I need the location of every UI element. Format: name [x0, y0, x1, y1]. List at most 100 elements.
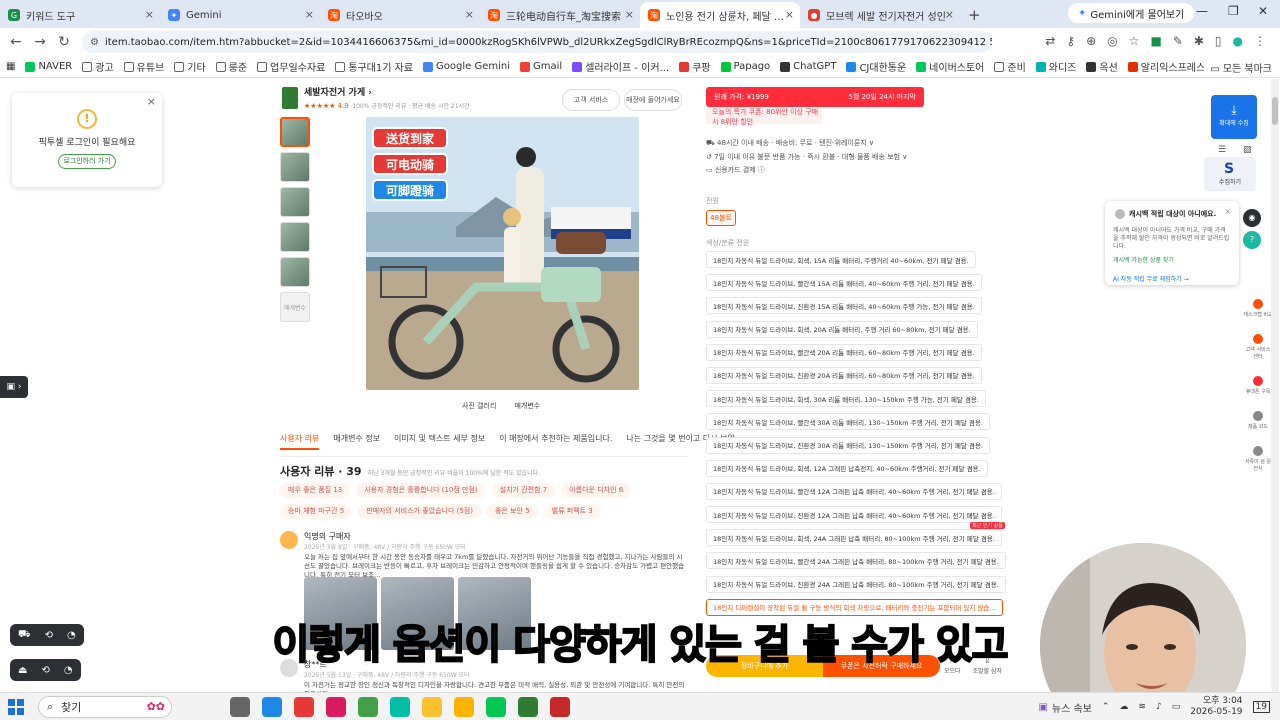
clock[interactable]: 오후 3:04 2026-05-19 [1190, 696, 1242, 718]
back-icon[interactable]: ← [4, 34, 28, 50]
tab-product[interactable]: 淘 노인용 전기 삼륜차, 페달 보조 × [640, 2, 800, 28]
cashback-link[interactable]: 캐시백 가능한 상품 찾기 [1113, 255, 1231, 264]
bookmark-item[interactable]: Google Gemini [423, 61, 510, 72]
review-tag-chip[interactable]: 판매자의 서비스가 좋았습니다 (5점) [358, 504, 481, 519]
translate-icon[interactable]: ⇄ [1045, 34, 1055, 48]
key-icon[interactable]: ⚷ [1066, 34, 1075, 48]
bookmark-item[interactable]: 와디즈 [1035, 59, 1076, 74]
battery-option-selected[interactable]: 48볼트 [706, 210, 736, 226]
sku-option[interactable]: 18인치 차동식 듀얼 드라이브, 빨간색 15A 리튬 배터리, 40~60k… [706, 274, 982, 292]
sku-option[interactable]: 18인치 차동식 듀얼 드라이브, 회색, 15A 리튬 배터리, 주행거리 4… [706, 251, 976, 268]
close-icon[interactable]: × [785, 8, 794, 21]
notification-icon[interactable]: 19 [1252, 701, 1270, 713]
tab-parameter-info[interactable]: 매개변수 정보 [333, 433, 380, 450]
thumbnail-more[interactable]: 애개변수 [280, 292, 310, 322]
task-view-icon[interactable] [230, 697, 250, 717]
rail-compare[interactable]: 재스크랩 비교 [1243, 299, 1273, 318]
battery-icon[interactable]: ▭ [1172, 702, 1181, 712]
bookmark-item[interactable]: CJ대한통운 [846, 59, 906, 74]
customer-service-button[interactable]: 고객 서비스 [562, 89, 620, 111]
tab-parameters[interactable]: 매개변수 [514, 401, 540, 411]
chrome-icon[interactable] [422, 697, 442, 717]
extensions-puzzle-icon[interactable]: ✱ [1194, 34, 1204, 48]
bookmark-item[interactable]: 광고 [82, 59, 114, 74]
review-tag-chip[interactable]: 설치가 간편함 7 [491, 483, 556, 498]
rail-product-code[interactable]: 제품 코드 [1243, 411, 1273, 430]
app-green-icon[interactable] [358, 697, 378, 717]
review-tag-chip[interactable]: 좋은 보안 5 [486, 504, 538, 519]
tab-user-reviews[interactable]: 사용자 리뷰 [280, 433, 320, 450]
window-close-icon[interactable]: ✕ [1258, 4, 1268, 18]
sku-option[interactable]: 18인치 차동식 듀얼 드라이브, 회색, 24A 그래핀 납축 배터리, 80… [706, 522, 1005, 547]
tab-mobrek[interactable]: ● 모브렉 세발 전기자전거 성인 × [800, 2, 960, 28]
store-name[interactable]: 세발자전거 가게 › [304, 85, 470, 98]
tab-taobao[interactable]: 淘 타오바오 × [320, 2, 480, 28]
collect-secondary-button[interactable]: S 수집하기 [1204, 157, 1256, 191]
review-tag-chip[interactable]: 승마 체험 마구간 5 [280, 504, 353, 519]
volume-icon[interactable]: ♪ [1156, 702, 1162, 712]
bookmark-item[interactable]: 셀러라이프 - 이커... [572, 59, 669, 74]
thumbnail[interactable] [280, 257, 310, 287]
forward-icon[interactable]: → [28, 34, 52, 50]
tab-keyword-tool[interactable]: G 키워드 도구 × [0, 2, 160, 28]
ask-gemini-button[interactable]: ✦ Gemini에게 물어보기 [1068, 3, 1195, 23]
sku-option[interactable]: 18인치 차동식 듀얼 드라이브, 진환경 24A 그래핀 납축 배터리, 80… [706, 575, 1006, 593]
chevron-up-icon[interactable]: ⌃ [1102, 702, 1110, 712]
close-icon[interactable]: × [305, 8, 314, 21]
sku-option[interactable]: 18인치 차동식 듀얼 드라이브, 빨간색 30A 리튬 배터리, 130~15… [706, 413, 990, 431]
app-dark-red-icon[interactable] [550, 697, 570, 717]
tab-taobao-search[interactable]: 淘三轮电动自行车_淘宝搜索 × [480, 2, 640, 28]
news-widget[interactable]: ▣ 뉴스 속보 [1038, 700, 1091, 715]
bookmark-item[interactable]: ChatGPT [780, 61, 836, 72]
scrollbar[interactable] [1271, 79, 1279, 692]
sku-option[interactable]: 18인치 차동식 듀얼 드라이브, 회색, 12A 그래핀 납축전지, 40~6… [706, 459, 988, 477]
apps-grid-icon[interactable]: ▦ [6, 61, 15, 72]
review-tag-chip[interactable]: 사용자 경험은 훌륭합니다 (10점 만점) [356, 483, 486, 498]
close-icon[interactable]: × [1224, 207, 1231, 216]
bookmark-item[interactable]: 옥션 [1086, 59, 1118, 74]
rail-subscribe[interactable]: 휴대폰 구독 [1243, 376, 1273, 395]
edge-icon[interactable] [262, 697, 282, 717]
bookmark-star-icon[interactable]: ☆ [1129, 34, 1140, 48]
bookmark-item[interactable]: 기타 [174, 59, 206, 74]
sku-option[interactable]: 18인치 차동식 듀얼 드라이브, 진환경 15A 리튬 배터리, 40~60k… [706, 297, 982, 315]
side-panel-toggle[interactable]: ▣ › [0, 376, 28, 398]
bookmark-item[interactable]: 네이버스토어 [916, 59, 984, 74]
minimize-icon[interactable]: — [1196, 4, 1208, 18]
collect-button[interactable]: ⤓ 확대해 수집 [1211, 95, 1257, 139]
edit-icon[interactable]: ▨ [1243, 145, 1252, 155]
sidebar-icon[interactable]: ▯ [1215, 34, 1222, 48]
cashback-trial-link[interactable]: AI 자동 적립 무료 체험하기 → [1113, 274, 1231, 283]
reload-icon[interactable]: ↻ [52, 34, 76, 50]
store-logo[interactable] [282, 87, 298, 109]
bookmark-item[interactable]: Papago [720, 61, 770, 72]
excel-icon[interactable] [518, 697, 538, 717]
sku-option[interactable]: 18인치 차동식 듀얼 드라이브, 진환경 12A 그래핀 납축 배터리, 40… [706, 506, 1002, 524]
rail-document[interactable]: 서류이 검 운전사 [1243, 446, 1273, 472]
tab-photo-gallery[interactable]: 사진 갤러리 [462, 401, 496, 411]
close-icon[interactable]: × [465, 8, 474, 21]
extension-green-icon[interactable]: ■ [1150, 34, 1161, 48]
site-info-icon[interactable]: ⚙ [90, 37, 99, 48]
thumbnail[interactable] [280, 187, 310, 217]
app-pink-icon[interactable] [326, 697, 346, 717]
assistant-icon[interactable]: ◉ [1243, 209, 1261, 227]
wifi-icon[interactable]: ≋ [1138, 702, 1146, 712]
bookmark-item[interactable]: 쿠팡 [679, 59, 711, 74]
close-icon[interactable]: × [945, 8, 954, 21]
tab-image-text-details[interactable]: 이미지 및 텍스트 세부 정보 [394, 433, 485, 450]
sku-option[interactable]: 18인치 차동식 듀얼 드라이브, 빨간색 12A 그래핀 납축 배터리, 40… [706, 482, 1002, 500]
app-green2-icon[interactable] [486, 697, 506, 717]
tab-store-recommendations[interactable]: 이 매장에서 추천하는 제품입니다. [499, 433, 612, 450]
taskbar-search[interactable]: ⌕ 찾기 ✿✿ [38, 695, 172, 718]
eye-off-icon[interactable]: ◎ [1107, 34, 1117, 48]
sku-option[interactable]: 18인치 차동식 듀얼 드라이브, 진환경 30A 리튬 배터리, 130~15… [706, 436, 990, 454]
thumbnail[interactable] [280, 152, 310, 182]
bookmark-item[interactable]: 통구대1기 자료 [335, 59, 413, 74]
all-bookmarks[interactable]: ▭ 모든 북마크 [1204, 60, 1272, 75]
main-product-image[interactable]: 送货到家 可电动骑 可脚蹬骑 [366, 117, 639, 390]
zoom-icon[interactable]: ⊕ [1086, 34, 1096, 48]
extension-icon[interactable]: ✎ [1173, 34, 1183, 48]
close-icon[interactable]: × [147, 95, 156, 108]
bookmark-item[interactable]: 알리익스프레스 [1127, 59, 1205, 74]
